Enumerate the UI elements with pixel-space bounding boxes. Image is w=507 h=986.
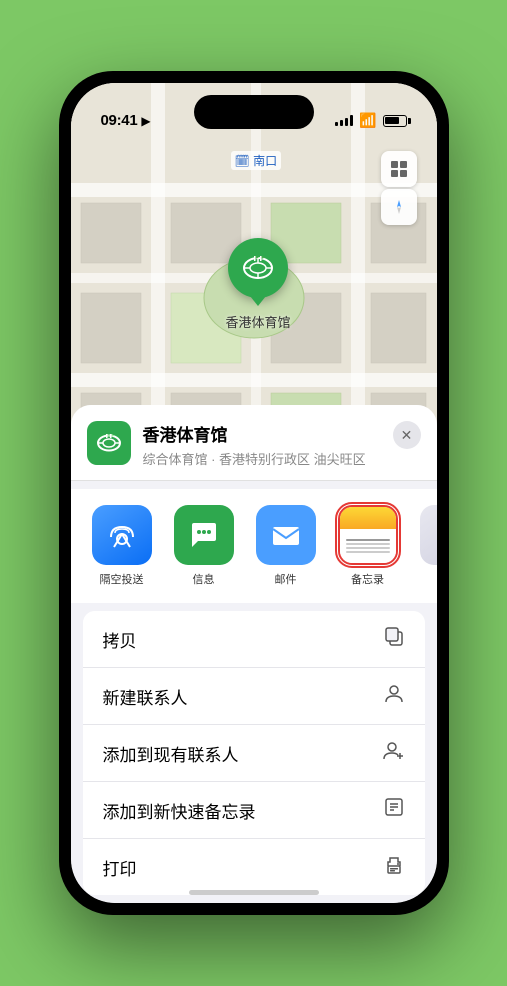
messages-icon <box>188 519 220 551</box>
wifi-icon: 📶 <box>359 112 376 129</box>
messages-icon-wrap <box>174 505 234 565</box>
pin-label: 香港体育馆 <box>226 312 291 331</box>
mail-label: 邮件 <box>275 571 297 587</box>
printer-icon <box>383 853 405 881</box>
airdrop-label: 隔空投送 <box>100 571 144 587</box>
share-item-messages[interactable]: 信息 <box>169 505 239 587</box>
more-icon-wrap <box>420 505 437 565</box>
action-new-contact[interactable]: 新建联系人 <box>83 668 425 725</box>
map-label: 🗓 南口 <box>231 151 282 170</box>
person-icon <box>383 682 405 710</box>
copy-icon <box>383 625 405 653</box>
battery-icon <box>383 115 407 127</box>
quick-note-icon <box>383 796 405 824</box>
status-icons: 📶 <box>335 112 406 129</box>
map-controls[interactable] <box>381 151 417 225</box>
action-list: 拷贝 新建联系人 <box>83 611 425 895</box>
signal-bar-2 <box>340 120 343 126</box>
stadium-pin-icon <box>240 250 276 286</box>
notes-icon-wrap <box>338 505 398 565</box>
venue-icon-wrap <box>87 421 131 465</box>
notes-label: 备忘录 <box>351 571 384 587</box>
venue-info: 香港体育馆 综合体育馆 · 香港特别行政区 油尖旺区 <box>143 421 381 468</box>
action-print[interactable]: 打印 <box>83 839 425 895</box>
close-button[interactable]: ✕ <box>393 421 421 449</box>
map-layers-icon <box>389 159 409 179</box>
map-view-toggle-button[interactable] <box>381 151 417 187</box>
action-add-existing-contact[interactable]: 添加到现有联系人 <box>83 725 425 782</box>
signal-bar-3 <box>345 118 348 126</box>
location-button[interactable] <box>381 189 417 225</box>
signal-bars <box>335 115 353 126</box>
battery-fill <box>385 117 399 124</box>
action-copy-label: 拷贝 <box>103 627 137 652</box>
action-print-label: 打印 <box>103 855 137 880</box>
signal-bar-4 <box>350 115 353 126</box>
share-item-notes[interactable]: 备忘录 <box>333 505 403 587</box>
venue-card: 香港体育馆 综合体育馆 · 香港特别行政区 油尖旺区 ✕ <box>71 405 437 481</box>
mail-icon <box>270 519 302 551</box>
share-item-mail[interactable]: 邮件 <box>251 505 321 587</box>
action-add-quick-note-label: 添加到新快速备忘录 <box>103 798 256 823</box>
home-indicator <box>189 890 319 895</box>
person-add-icon <box>383 739 405 767</box>
stadium-pin: 香港体育馆 <box>226 238 291 331</box>
share-item-more[interactable]: 推 <box>415 505 437 587</box>
notes-icon-container-wrap <box>338 505 398 565</box>
notes-body <box>340 529 396 563</box>
airdrop-icon-wrap <box>92 505 152 565</box>
venue-description: 综合体育馆 · 香港特别行政区 油尖旺区 <box>143 449 381 468</box>
action-copy[interactable]: 拷贝 <box>83 611 425 668</box>
notes-top <box>340 507 396 529</box>
messages-label: 信息 <box>193 571 215 587</box>
status-time: 09:41 <box>101 112 138 129</box>
pin-circle <box>228 238 288 298</box>
phone-frame: 09:41 ▶ 📶 <box>59 71 449 915</box>
share-row: 隔空投送 信息 <box>71 489 437 603</box>
bottom-sheet: 香港体育馆 综合体育馆 · 香港特别行政区 油尖旺区 ✕ <box>71 405 437 903</box>
compass-icon <box>390 198 408 216</box>
airdrop-icon <box>106 519 138 551</box>
venue-name: 香港体育馆 <box>143 421 381 446</box>
phone-screen: 09:41 ▶ 📶 <box>71 83 437 903</box>
location-arrow-icon: ▶ <box>141 114 150 128</box>
action-add-existing-label: 添加到现有联系人 <box>103 741 239 766</box>
share-item-airdrop[interactable]: 隔空投送 <box>87 505 157 587</box>
action-new-contact-label: 新建联系人 <box>103 684 188 709</box>
signal-bar-1 <box>335 122 338 126</box>
dynamic-island <box>194 95 314 129</box>
venue-stadium-icon <box>95 429 123 457</box>
mail-icon-wrap <box>256 505 316 565</box>
action-add-quick-note[interactable]: 添加到新快速备忘录 <box>83 782 425 839</box>
